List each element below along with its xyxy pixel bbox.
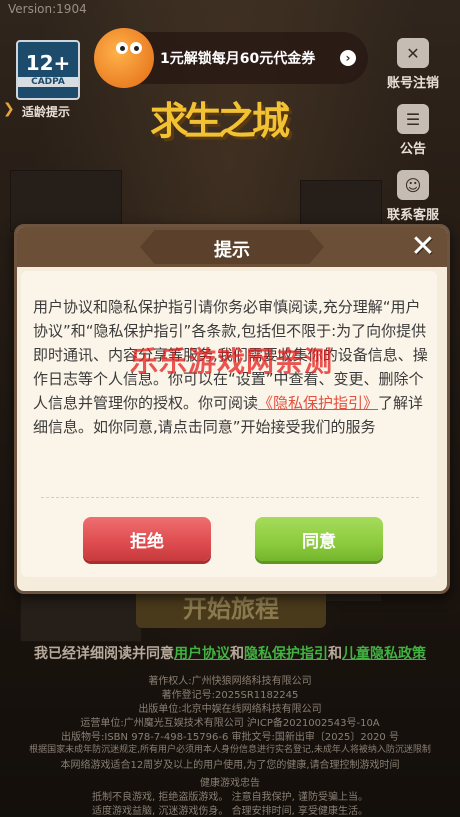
customer-service-label: 联系客服	[386, 208, 439, 223]
credit-line: 本网络游戏适合12周岁及以上的用户使用,为了您的健康,请合理控制游戏时间	[60, 760, 400, 771]
customer-service-button[interactable]: ☺ 联系客服	[382, 170, 444, 223]
chevron-icon: ❯	[3, 101, 15, 117]
promo-text: 1元解锁每月60元代金券	[160, 51, 316, 67]
agree-button[interactable]: 同意	[255, 517, 383, 561]
privacy-dialog: 提示 ✕ 用户协议和隐私保护指引请你务必审慎阅读,充分理解“用户协议”和“隐私保…	[14, 224, 450, 594]
watermark-text: 乐乐游戏网亲测	[130, 345, 334, 378]
chevron-right-icon: ›	[340, 50, 356, 66]
credit-line: 根据国家未成年防沉迷规定,所有用户必须用本人身份信息进行实名登记,未成年人将被纳…	[29, 745, 431, 755]
privacy-guide-link[interactable]: 隐私保护指引	[244, 646, 328, 662]
age-rating-value: 12+	[25, 51, 71, 75]
notice-icon: ☰	[397, 104, 429, 134]
child-privacy-link[interactable]: 儿童隐私政策	[342, 646, 426, 662]
user-agreement-link[interactable]: 用户协议	[174, 646, 230, 662]
notice-button[interactable]: ☰ 公告	[382, 104, 444, 157]
version-label: Version:1904	[8, 2, 87, 16]
age-hint-link[interactable]: ❯ 适龄提示	[0, 101, 71, 120]
promo-banner[interactable]: 1元解锁每月60元代金券 ›	[94, 28, 368, 88]
dialog-title: 提示	[214, 240, 250, 261]
age-rating-badge[interactable]: 12+ CADPA	[16, 40, 80, 100]
dialog-content: 用户协议和隐私保护指引请你务必审慎阅读,充分理解“用户协议”和“隐私保护指引”各…	[21, 271, 437, 577]
health-notice-title: 健康游戏忠告	[200, 778, 260, 789]
agreement-and: 和	[328, 646, 342, 662]
agreement-line: 我已经详细阅读并同意用户协议和隐私保护指引和儿童隐私政策	[0, 643, 460, 663]
age-rating-org: CADPA	[18, 77, 78, 87]
agreement-prefix: 我已经详细阅读并同意	[34, 646, 174, 662]
customer-service-icon: ☺	[397, 170, 429, 200]
credit-line: 出版物号:ISBN 978-7-498-15796-6 审批文号:国新出审〔20…	[61, 732, 399, 743]
divider	[41, 497, 419, 498]
reject-button[interactable]: 拒绝	[83, 517, 211, 561]
health-notice-line: 适度游戏益脑, 沉迷游戏伤身。 合理安排时间, 享受健康生活。	[92, 806, 368, 817]
credit-line: 运营单位:广州魔光互娱技术有限公司 沪ICP备2021002543号-10A	[80, 718, 380, 729]
age-hint-label: 适龄提示	[22, 105, 71, 119]
mascot-icon	[94, 28, 154, 88]
account-cancel-button[interactable]: ✕ 账号注销	[382, 38, 444, 91]
notice-label: 公告	[399, 142, 426, 157]
account-cancel-label: 账号注销	[386, 76, 439, 91]
credit-line: 著作权人:广州快狼网络科技有限公司	[148, 676, 312, 687]
close-icon[interactable]: ✕	[407, 231, 439, 263]
game-logo: 求生之城	[150, 98, 290, 143]
privacy-guide-link[interactable]: 《隐私保护指引》	[258, 394, 378, 412]
credit-line: 著作登记号:2025SR1182245	[161, 690, 299, 701]
credit-line: 出版单位:北京中娱在线网络科技有限公司	[138, 704, 322, 715]
health-notice-line: 抵制不良游戏, 拒绝盗版游戏。 注意自我保护, 谨防受骗上当。	[92, 792, 368, 803]
account-cancel-icon: ✕	[397, 38, 429, 68]
agreement-and: 和	[230, 646, 244, 662]
